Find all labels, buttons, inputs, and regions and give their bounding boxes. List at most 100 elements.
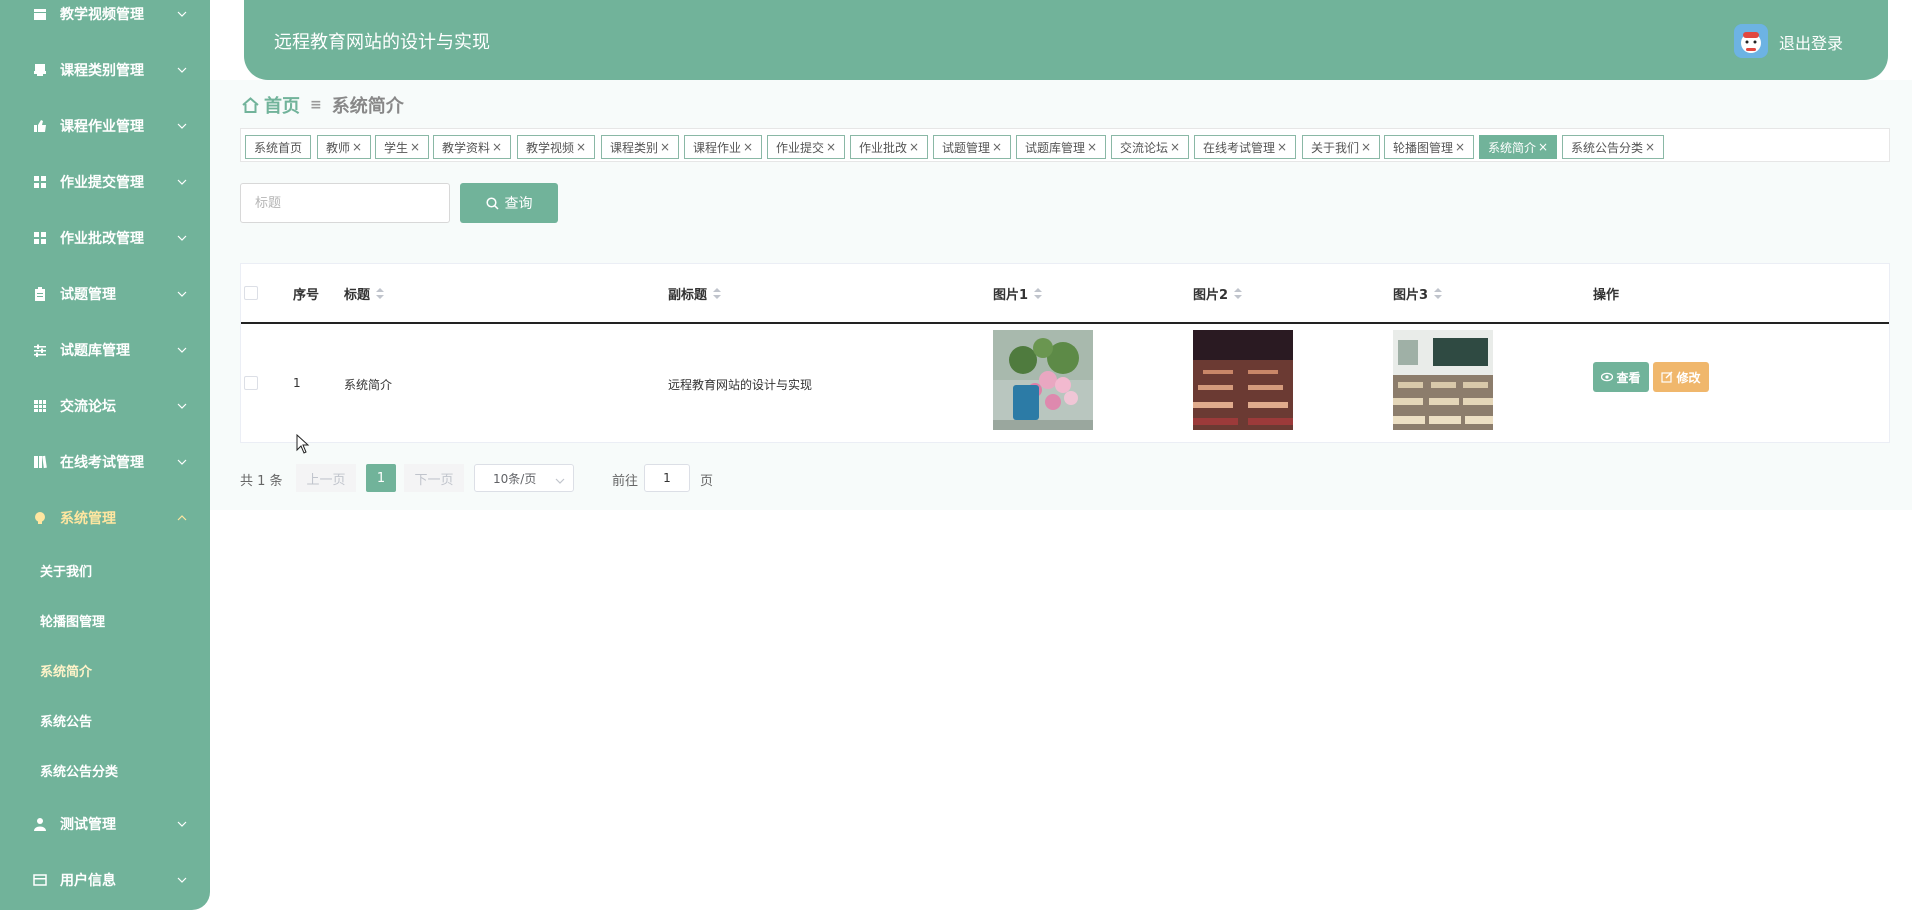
- submenu-carousel[interactable]: 轮播图管理: [0, 600, 210, 640]
- tag-system-intro[interactable]: 系统简介 ×: [1479, 135, 1558, 159]
- image1-flowers[interactable]: [993, 330, 1093, 430]
- close-icon[interactable]: ×: [1645, 140, 1655, 154]
- sidebar-item-course-homework[interactable]: 课程作业管理: [0, 106, 210, 146]
- chevron-up-icon: [176, 512, 188, 524]
- close-icon[interactable]: ×: [1455, 140, 1465, 154]
- header-actions: 操作: [1593, 288, 1620, 303]
- tag-system-home[interactable]: 系统首页: [245, 135, 312, 159]
- edit-icon: [1661, 371, 1673, 383]
- tag-notice-category[interactable]: 系统公告分类 ×: [1562, 135, 1665, 159]
- close-icon[interactable]: ×: [352, 140, 362, 154]
- calendar-icon: [32, 6, 48, 22]
- tag-teacher[interactable]: 教师 ×: [317, 135, 372, 159]
- sidebar-item-homework-review[interactable]: 作业批改管理: [0, 218, 210, 258]
- table-header: 序号 标题 副标题 图片1 图片2 图片3 操作: [241, 264, 1889, 324]
- site-title: 远程教育网站的设计与实现: [274, 32, 490, 53]
- tag-course-category[interactable]: 课程类别 ×: [601, 135, 680, 159]
- submenu-about-us[interactable]: 关于我们: [0, 550, 210, 590]
- sidebar-item-user-info[interactable]: 用户信息: [0, 860, 210, 900]
- close-icon[interactable]: ×: [826, 140, 836, 154]
- page-size-select[interactable]: 10条/页: [474, 464, 574, 492]
- row-checkbox[interactable]: [244, 376, 258, 390]
- close-icon[interactable]: ×: [410, 140, 420, 154]
- page-number-current[interactable]: 1: [366, 464, 396, 492]
- tag-homework-review[interactable]: 作业批改 ×: [850, 135, 929, 159]
- sidebar-item-system[interactable]: 系统管理: [0, 498, 210, 538]
- tag-carousel[interactable]: 轮播图管理 ×: [1384, 135, 1475, 159]
- close-icon[interactable]: ×: [1087, 140, 1097, 154]
- close-icon[interactable]: ×: [1361, 140, 1371, 154]
- goto-page-input[interactable]: [644, 464, 690, 492]
- home-icon: [242, 96, 260, 114]
- select-all-checkbox[interactable]: [244, 286, 258, 300]
- close-icon[interactable]: ×: [992, 140, 1002, 154]
- close-icon[interactable]: ×: [1277, 140, 1287, 154]
- clipboard-icon: [32, 286, 48, 302]
- prev-page-button[interactable]: 上一页: [296, 464, 356, 492]
- tag-teaching-material[interactable]: 教学资料 ×: [433, 135, 512, 159]
- tag-question-management[interactable]: 试题管理 ×: [933, 135, 1012, 159]
- tag-about-us[interactable]: 关于我们 ×: [1302, 135, 1381, 159]
- sidebar-item-online-exam[interactable]: 在线考试管理: [0, 442, 210, 482]
- tag-teaching-video[interactable]: 教学视频 ×: [517, 135, 596, 159]
- submenu-system-intro[interactable]: 系统简介: [0, 650, 210, 690]
- user-icon: [32, 816, 48, 832]
- tag-forum[interactable]: 交流论坛 ×: [1111, 135, 1190, 159]
- header-subtitle[interactable]: 副标题: [668, 284, 722, 303]
- close-icon[interactable]: ×: [576, 140, 586, 154]
- sidebar-item-course-category[interactable]: 课程类别管理: [0, 50, 210, 90]
- close-icon[interactable]: ×: [743, 140, 753, 154]
- close-icon[interactable]: ×: [660, 140, 670, 154]
- tag-online-exam[interactable]: 在线考试管理 ×: [1194, 135, 1297, 159]
- chevron-down-icon: [176, 232, 188, 244]
- header-image3[interactable]: 图片3: [1393, 284, 1443, 303]
- sort-icon[interactable]: [1434, 288, 1443, 299]
- title-search-input[interactable]: [240, 183, 450, 223]
- close-icon[interactable]: ×: [492, 140, 502, 154]
- chevron-down-icon: [176, 874, 188, 886]
- chevron-down-icon: [176, 120, 188, 132]
- submenu-notice-category[interactable]: 系统公告分类: [0, 750, 210, 790]
- logout-button[interactable]: 退出登录: [1779, 30, 1843, 54]
- sidebar-item-forum[interactable]: 交流论坛: [0, 386, 210, 426]
- sort-icon[interactable]: [1234, 288, 1243, 299]
- header-index: 序号: [293, 288, 320, 303]
- close-icon[interactable]: ×: [1538, 140, 1548, 154]
- submenu-system-notice[interactable]: 系统公告: [0, 700, 210, 740]
- next-page-button[interactable]: 下一页: [404, 464, 464, 492]
- header-title[interactable]: 标题: [344, 284, 385, 303]
- edit-button[interactable]: 修改: [1653, 362, 1709, 392]
- chevron-down-icon: [176, 64, 188, 76]
- tag-homework-submit[interactable]: 作业提交 ×: [767, 135, 846, 159]
- image2-classroom[interactable]: [1193, 330, 1293, 430]
- sidebar-item-question-bank[interactable]: 试题库管理: [0, 330, 210, 370]
- sidebar-item-homework-submit[interactable]: 作业提交管理: [0, 162, 210, 202]
- sidebar-item-questions[interactable]: 试题管理: [0, 274, 210, 314]
- chevron-down-icon: [176, 400, 188, 412]
- table-icon: [32, 398, 48, 414]
- card-icon: [32, 872, 48, 888]
- image3-classroom[interactable]: [1393, 330, 1493, 430]
- chevron-down-icon: [176, 818, 188, 830]
- tags-bar: 系统首页 教师 × 学生 × 教学资料 × 教学视频 × 课程类别 × 课程作业 × 作业提…: [240, 128, 1890, 162]
- tag-course-homework[interactable]: 课程作业 ×: [684, 135, 763, 159]
- close-icon[interactable]: ×: [909, 140, 919, 154]
- sort-icon[interactable]: [713, 288, 722, 299]
- view-button[interactable]: 查看: [1593, 362, 1649, 392]
- avatar[interactable]: [1734, 24, 1768, 58]
- tag-student[interactable]: 学生 ×: [375, 135, 430, 159]
- top-header: 远程教育网站的设计与实现 退出登录: [244, 0, 1888, 80]
- chevron-down-icon: [555, 473, 565, 487]
- breadcrumb-home[interactable]: 首页: [264, 92, 300, 118]
- sidebar-item-test[interactable]: 测试管理: [0, 804, 210, 844]
- sidebar-item-video[interactable]: 教学视频管理: [0, 0, 210, 34]
- search-button[interactable]: 查询: [460, 183, 558, 223]
- goto-label: 前往: [612, 474, 639, 489]
- header-image2[interactable]: 图片2: [1193, 284, 1243, 303]
- sort-icon[interactable]: [1034, 288, 1043, 299]
- mouse-cursor-icon: [296, 433, 310, 458]
- close-icon[interactable]: ×: [1170, 140, 1180, 154]
- header-image1[interactable]: 图片1: [993, 284, 1043, 303]
- sort-icon[interactable]: [376, 288, 385, 299]
- tag-question-bank[interactable]: 试题库管理 ×: [1016, 135, 1107, 159]
